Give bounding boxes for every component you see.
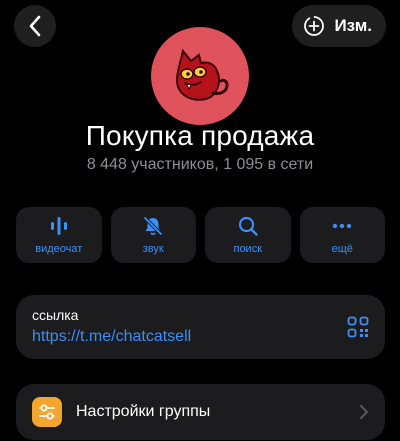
link-title: ссылка <box>32 307 79 323</box>
group-settings-row[interactable]: Настройки группы <box>16 384 385 440</box>
invite-link-card: ссылка https://t.me/chatcatsell <box>16 295 385 359</box>
action-bar: видеочат звук поиск ещё <box>16 207 385 263</box>
add-emoji-icon <box>304 16 325 36</box>
search-button[interactable]: поиск <box>205 207 291 263</box>
group-member-stats: 8 448 участников, 1 095 в сети <box>86 156 314 173</box>
search-icon <box>238 216 258 236</box>
voice-chat-label: видеочат <box>35 243 83 255</box>
chevron-left-icon <box>29 15 41 37</box>
edit-label: Изм. <box>334 16 372 35</box>
search-label: поиск <box>233 243 263 255</box>
group-avatar[interactable] <box>151 27 249 125</box>
cat-sticker-icon <box>175 48 229 101</box>
mute-button[interactable]: звук <box>110 207 196 263</box>
edit-button[interactable]: Изм. <box>292 5 386 47</box>
group-settings-label: Настройки группы <box>76 403 211 420</box>
group-title: Покупка продажа <box>85 120 315 151</box>
more-label: ещё <box>331 243 353 255</box>
more-button[interactable]: ещё <box>299 207 385 263</box>
chevron-right-icon <box>360 405 368 419</box>
invite-link[interactable]: https://t.me/chatcatsell <box>32 328 369 346</box>
qr-code-icon[interactable] <box>347 316 369 338</box>
mute-label: звук <box>142 243 164 255</box>
sliders-icon <box>32 397 62 427</box>
more-icon <box>333 223 352 229</box>
back-button[interactable] <box>14 5 56 47</box>
voice-chat-button[interactable]: видеочат <box>16 207 102 263</box>
bell-off-icon <box>144 216 163 236</box>
voice-chat-icon <box>50 217 67 235</box>
